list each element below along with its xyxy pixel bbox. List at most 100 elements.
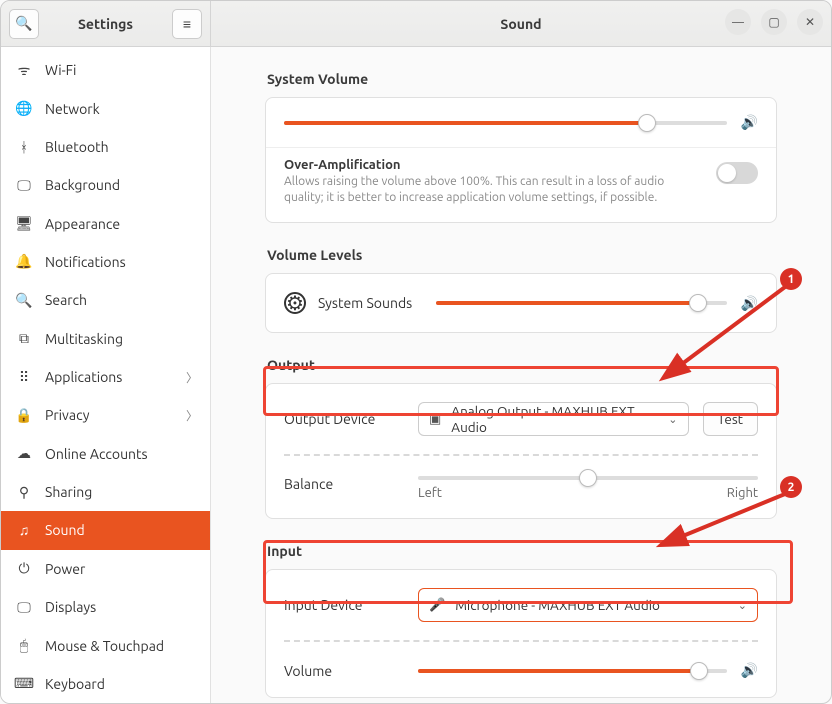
overamp-title: Over-Amplification — [284, 158, 702, 172]
system-sounds-row: System Sounds 🔊 — [266, 274, 776, 332]
sidebar-item-network[interactable]: 🌐 Network — [1, 89, 210, 127]
sidebar-item-label: Privacy — [45, 407, 89, 423]
system-volume-card: 🔊 Over-Amplification Allows raising the … — [265, 97, 777, 223]
share-icon: ⚲ — [15, 484, 33, 501]
sidebar-item-keyboard[interactable]: ⌨ Keyboard — [1, 665, 210, 703]
sidebar-item-label: Sound — [45, 522, 85, 538]
card-icon: ▣ — [429, 412, 441, 427]
sidebar-item-label: Network — [45, 101, 100, 117]
globe-icon: 🌐 — [15, 100, 33, 117]
sidebar-item-search[interactable]: 🔍 Search — [1, 281, 210, 319]
output-card: Output Device ▣ Analog Output - MAXHUB E… — [265, 383, 777, 519]
balance-row: Balance Left Right — [266, 458, 776, 518]
search-button[interactable]: 🔍 — [9, 9, 39, 39]
sidebar-item-label: Applications — [45, 369, 122, 385]
maximize-button[interactable]: ▢ — [761, 9, 787, 35]
sidebar-item-online-accounts[interactable]: ☁Online Accounts — [1, 435, 210, 473]
balance-right: Right — [727, 486, 758, 500]
gear-icon — [284, 292, 306, 314]
system-sounds-slider[interactable] — [436, 301, 726, 305]
sidebar-item-notifications[interactable]: 🔔 Notifications — [1, 243, 210, 281]
wifi-icon: ᯤ — [15, 61, 33, 80]
sidebar-item-bluetooth[interactable]: ᚼBluetooth — [1, 128, 210, 166]
power-icon: ⏻ — [15, 560, 33, 577]
section-output: Output — [267, 357, 777, 373]
sidebar-item-power[interactable]: ⏻Power — [1, 550, 210, 588]
close-icon: ✕ — [805, 15, 815, 29]
minimize-icon: — — [732, 16, 744, 29]
cloud-icon: ☁ — [15, 445, 33, 462]
sidebar-item-label: Notifications — [45, 254, 126, 270]
settings-window: 🔍 Settings ≡ Sound — ▢ ✕ ᯤ Wi-Fi 🌐 Network ᚼ… — [0, 0, 832, 704]
kb-icon: ⌨ — [15, 675, 33, 692]
sidebar-item-appearance[interactable]: 🖥 Appearance — [1, 204, 210, 242]
output-device-label: Output Device — [284, 411, 404, 427]
sidebar-item-sound[interactable]: ♫ Sound — [1, 511, 210, 549]
chevron-down-icon: ⌄ — [738, 599, 747, 612]
bg-icon: 🖵 — [15, 177, 33, 194]
titlebar: 🔍 Settings ≡ Sound — ▢ ✕ — [1, 1, 831, 47]
sidebar-item-wi-fi[interactable]: ᯤ Wi-Fi — [1, 51, 210, 89]
input-volume-row: Volume 🔊 — [266, 644, 776, 697]
system-sounds-label: System Sounds — [318, 295, 412, 311]
sidebar-item-label: Keyboard — [45, 676, 105, 692]
close-button[interactable]: ✕ — [797, 9, 823, 35]
chevron-down-icon: ⌄ — [668, 413, 677, 426]
balance-slider[interactable] — [418, 476, 758, 480]
hamburger-icon: ≡ — [183, 16, 191, 32]
section-volume-levels: Volume Levels — [267, 247, 777, 263]
apps-icon: ⠿ — [15, 369, 33, 386]
chevron-right-icon: 〉 — [186, 369, 198, 386]
sound-icon: ♫ — [15, 522, 33, 538]
sidebar-item-label: Displays — [45, 599, 96, 615]
window-controls: — ▢ ✕ — [725, 9, 823, 35]
appear-icon: 🖥 — [15, 215, 33, 232]
over-amplification-row: Over-Amplification Allows raising the vo… — [266, 147, 776, 222]
system-volume-slider[interactable] — [284, 121, 727, 125]
app-title: Settings — [39, 16, 172, 32]
sidebar-item-applications[interactable]: ⠿ Applications 〉 — [1, 358, 210, 396]
test-button[interactable]: Test — [703, 402, 758, 436]
divider-dashed — [284, 640, 758, 642]
input-volume-slider[interactable] — [418, 669, 727, 673]
output-device-value: Analog Output - MAXHUB EXT Audio — [451, 403, 658, 435]
speaker-icon: 🔊 — [741, 295, 758, 312]
section-input: Input — [267, 543, 777, 559]
volume-levels-card: System Sounds 🔊 — [265, 273, 777, 333]
sidebar: ᯤ Wi-Fi 🌐 Network ᚼBluetooth🖵Background 🖥 Appe… — [1, 47, 211, 703]
minimize-button[interactable]: — — [725, 9, 751, 35]
input-volume-label: Volume — [284, 663, 404, 679]
input-device-label: Input Device — [284, 597, 404, 613]
output-device-select[interactable]: ▣ Analog Output - MAXHUB EXT Audio ⌄ — [418, 402, 689, 436]
sidebar-item-mouse-touchpad[interactable]: 🖱 Mouse & Touchpad — [1, 626, 210, 664]
overamp-toggle[interactable] — [716, 162, 758, 184]
sidebar-item-label: Mouse & Touchpad — [45, 638, 164, 654]
input-device-select[interactable]: 🎤 Microphone - MAXHUB EXT Audio ⌄ — [418, 588, 758, 622]
bell-icon: 🔔 — [15, 253, 33, 270]
sidebar-item-multitasking[interactable]: ⧉Multitasking — [1, 320, 210, 358]
maximize-icon: ▢ — [768, 15, 779, 29]
content[interactable]: System Volume 🔊 Over-Amplification Allow — [211, 47, 831, 703]
sidebar-item-privacy[interactable]: 🔒 Privacy 〉 — [1, 396, 210, 434]
sidebar-item-label: Wi-Fi — [45, 62, 76, 78]
input-card: Input Device 🎤 Microphone - MAXHUB EXT A… — [265, 569, 777, 698]
mouse-icon: 🖱 — [15, 637, 33, 654]
disp-icon: 🖵 — [15, 599, 33, 616]
sidebar-item-label: Sharing — [45, 484, 92, 500]
balance-label: Balance — [284, 476, 404, 492]
sidebar-item-displays[interactable]: 🖵 Displays — [1, 588, 210, 626]
menu-button[interactable]: ≡ — [172, 9, 202, 39]
speaker-icon: 🔊 — [741, 114, 758, 131]
sidebar-item-background[interactable]: 🖵Background — [1, 166, 210, 204]
sidebar-item-label: Appearance — [45, 216, 120, 232]
sidebar-item-label: Multitasking — [45, 331, 123, 347]
sidebar-item-label: Search — [45, 292, 87, 308]
titlebar-left: 🔍 Settings ≡ — [1, 1, 211, 46]
search-icon: 🔍 — [15, 292, 33, 309]
sidebar-item-sharing[interactable]: ⚲ Sharing — [1, 473, 210, 511]
lock-icon: 🔒 — [15, 407, 33, 424]
body: ᯤ Wi-Fi 🌐 Network ᚼBluetooth🖵Background 🖥 Appe… — [1, 47, 831, 703]
bt-icon: ᚼ — [15, 139, 33, 155]
chevron-right-icon: 〉 — [186, 407, 198, 424]
overamp-desc: Allows raising the volume above 100%. Th… — [284, 174, 702, 206]
